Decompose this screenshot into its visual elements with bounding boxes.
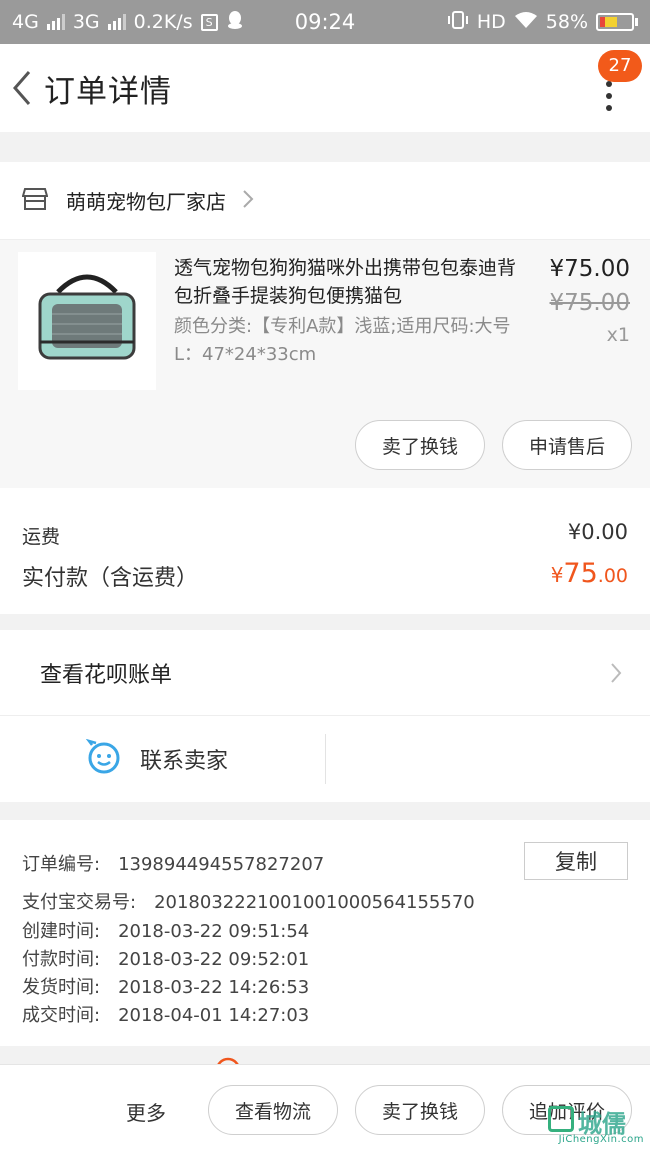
copy-button[interactable]: 复制 [524,842,628,880]
product-quantity: x1 [606,324,630,346]
more-dots-icon [606,81,612,87]
huabei-label: 查看花呗账单 [40,662,173,688]
contact-row: 联系卖家 [0,716,650,802]
completed-time-row: 成交时间: 2018-04-01 14:27:03 [22,1001,309,1027]
paid-label: 实付款（含运费） [22,566,199,591]
status-bar: 4G 3G 0.2K/s S 09:24 HD 58% [0,0,650,44]
hd-label: HD [476,11,506,33]
chevron-right-icon [242,189,254,213]
product-title[interactable]: 透气宠物包狗狗猫咪外出携带包包泰迪背包折叠手提装狗包便携猫包 [174,254,530,310]
battery-icon [596,13,638,31]
order-info-card: 订单编号: 139894494557827207 复制 支付宝交易号: 201803… [0,820,650,1046]
page-title: 订单详情 [44,73,172,110]
info-key: 订单编号: [22,854,101,875]
sell-for-cash-bottom-button[interactable]: 卖了换钱 [355,1085,485,1135]
qq-icon [226,10,244,35]
created-time-row: 创建时间: 2018-03-22 09:51:54 [22,917,309,943]
paid-decimal: .00 [597,565,628,587]
shipped-time-row: 发货时间: 2018-03-22 14:26:53 [22,973,309,999]
shop-name: 萌萌宠物包厂家店 [66,190,226,214]
s-app-icon: S [200,13,218,31]
after-sale-button[interactable]: 申请售后 [502,420,632,470]
info-key: 支付宝交易号: [22,892,137,913]
info-value: 2018-03-22 09:52:01 [118,949,310,970]
back-arrow-icon [13,71,31,105]
more-dot [606,93,612,99]
paid-amount: ¥75.00 [551,558,628,589]
info-value: 139894494557827207 [118,854,325,875]
chat-face-icon [85,738,122,779]
watermark-icon [548,1106,574,1132]
info-key: 成交时间: [22,1005,101,1026]
info-key: 发货时间: [22,977,101,998]
net-speed: 0.2K/s [133,11,193,33]
info-value: 2018-03-22 14:26:53 [118,977,310,998]
order-number-row: 订单编号: 139894494557827207 [22,850,324,876]
network-4g-label: 4G [12,11,39,33]
battery-percent: 58% [545,11,588,33]
more-actions-button[interactable]: 更多 [126,1097,166,1126]
product-card: 透气宠物包狗狗猫咪外出携带包包泰迪背包折叠手提装狗包便携猫包 颜色分类:【专利A… [0,240,650,488]
shipping-value: ¥0.00 [567,520,628,544]
signal-icon [46,14,65,30]
totals-card: 运费 ¥0.00 实付款（含运费） ¥75.00 [0,488,650,614]
shipping-label: 运费 [22,526,61,548]
notification-badge: 27 [598,50,642,82]
nav-bar: 订单详情 27 [0,44,650,132]
paid-currency: ¥ [550,563,564,587]
contact-seller-button[interactable]: 联系卖家 [0,716,325,802]
alipay-trade-row: 支付宝交易号: 2018032221001001000564155570 [22,888,475,914]
network-3g-label: 3G [72,11,100,33]
shop-icon [21,187,49,215]
paid-integer: 75 [563,558,598,589]
product-thumbnail[interactable] [18,252,156,390]
huabei-bill-row[interactable]: 查看花呗账单 [0,630,650,716]
info-key: 创建时间: [22,921,101,942]
view-logistics-button[interactable]: 查看物流 [208,1085,338,1135]
wifi-icon [514,11,538,34]
more-dot [606,105,612,111]
product-spec: 颜色分类:【专利A款】浅蓝;适用尺码:大号L：47*24*33cm [174,316,511,365]
divider [325,734,326,784]
info-key: 付款时间: [22,949,101,970]
info-value: 2018032221001001000564155570 [154,892,475,913]
watermark-url: JiChengXin.com [558,1134,644,1145]
watermark-logo: 城儒 JiChengXin.com [524,1104,644,1152]
paid-time-row: 付款时间: 2018-03-22 09:52:01 [22,945,309,971]
product-price: ¥75.00 [549,256,630,282]
chevron-right-icon [610,662,622,688]
info-value: 2018-03-22 09:51:54 [118,921,310,942]
back-button[interactable] [2,44,42,132]
info-value: 2018-04-01 14:27:03 [118,1005,310,1026]
product-original-price: ¥75.00 [549,290,630,316]
sell-for-cash-button[interactable]: 卖了换钱 [355,420,485,470]
status-right: HD 58% [447,10,638,35]
signal-icon-2 [107,14,126,30]
vibrate-icon [447,10,469,35]
status-left: 4G 3G 0.2K/s S [12,10,244,35]
contact-seller-label: 联系卖家 [140,749,229,774]
pet-carrier-image [38,274,136,360]
shop-row[interactable]: 萌萌宠物包厂家店 [0,162,650,240]
